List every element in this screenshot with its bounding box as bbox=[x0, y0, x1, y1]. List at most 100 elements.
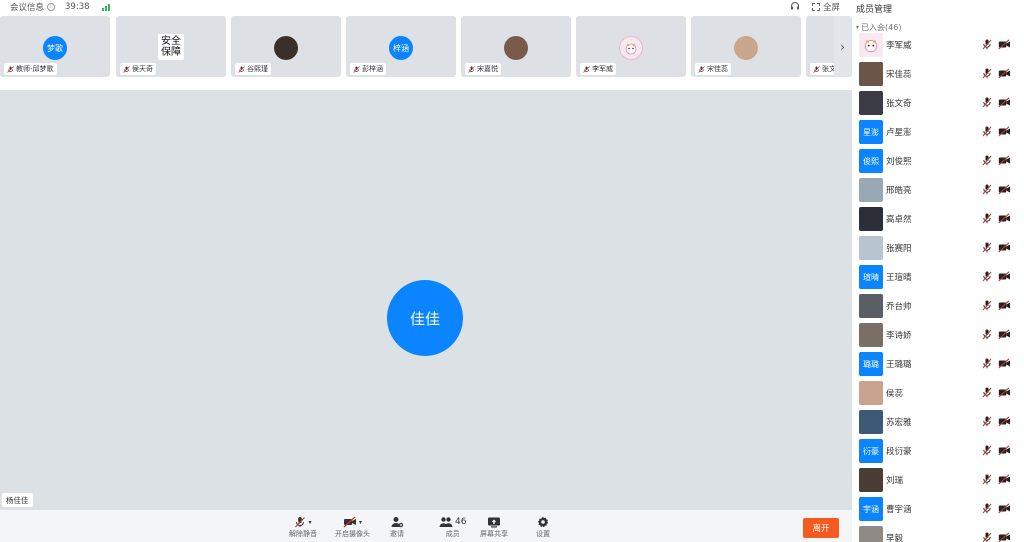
camera-off-icon[interactable] bbox=[998, 532, 1011, 542]
participant-tile-2[interactable]: 安全 保障 侯天奇 bbox=[116, 16, 226, 77]
camera-off-icon[interactable] bbox=[998, 300, 1011, 311]
camera-off-icon[interactable] bbox=[998, 39, 1011, 50]
mic-muted-icon[interactable] bbox=[982, 126, 992, 137]
info-icon[interactable]: i bbox=[47, 3, 56, 11]
camera-off-icon[interactable] bbox=[998, 271, 1011, 282]
member-row[interactable]: 星澎 卢星澎 bbox=[859, 120, 1019, 144]
member-row[interactable]: 瑄晴 王瑄晴 bbox=[859, 265, 1019, 289]
participant-tile-3[interactable]: 谷熙瑾 bbox=[231, 16, 341, 77]
member-row[interactable]: 苏宏雅 bbox=[859, 410, 1019, 434]
unmute-label: 解除静音 bbox=[289, 530, 317, 538]
main-video-stage: 佳佳 杨佳佳 bbox=[0, 90, 852, 510]
mic-muted-icon[interactable] bbox=[982, 155, 992, 166]
mic-muted-icon[interactable] bbox=[982, 39, 992, 50]
fullscreen-label: 全屏 bbox=[822, 3, 840, 13]
member-row[interactable]: 璐璐 王璐璐 bbox=[859, 352, 1019, 376]
camera-button[interactable]: ▾ 开启摄像头 bbox=[335, 515, 370, 539]
participant-tile-5[interactable]: 宋嘉悦 bbox=[461, 16, 571, 77]
participant-tile-6[interactable]: 李军威 bbox=[576, 16, 686, 77]
settings-button[interactable]: 设置 bbox=[536, 515, 550, 539]
camera-off-icon[interactable] bbox=[998, 503, 1011, 514]
camera-off-icon[interactable] bbox=[998, 416, 1011, 427]
mic-muted-icon bbox=[468, 65, 475, 73]
share-screen-button[interactable]: 屏幕共享 bbox=[480, 515, 508, 539]
member-row[interactable]: 邢皓亮 bbox=[859, 178, 1019, 202]
camera-off-icon[interactable] bbox=[998, 474, 1011, 485]
tile-name-badge: 侯天奇 bbox=[120, 63, 156, 75]
camera-off-icon[interactable] bbox=[998, 126, 1011, 137]
member-row[interactable]: 张赛阳 bbox=[859, 236, 1019, 260]
member-row[interactable]: 张文奇 bbox=[859, 91, 1019, 115]
mic-muted-icon[interactable] bbox=[982, 97, 992, 108]
camera-off-icon[interactable] bbox=[998, 97, 1011, 108]
unmute-button[interactable]: ▾ 解除静音 bbox=[289, 515, 317, 539]
member-row[interactable]: 宋佳蕊 bbox=[859, 62, 1019, 86]
camera-off-icon[interactable] bbox=[998, 213, 1011, 224]
tile-avatar-text-1: 安全 bbox=[161, 36, 181, 47]
meeting-info[interactable]: 会议信息 i bbox=[10, 1, 56, 13]
mic-muted-icon[interactable] bbox=[982, 329, 992, 340]
participant-tile-4[interactable]: 梓涵 彭梓涵 bbox=[346, 16, 456, 77]
camera-off-icon[interactable] bbox=[998, 184, 1011, 195]
participant-tile-1[interactable]: 梦歌 教师-邱梦歌 bbox=[0, 16, 110, 77]
member-name: 王璐璐 bbox=[886, 360, 912, 370]
gear-icon bbox=[537, 516, 549, 528]
mic-muted-icon[interactable] bbox=[982, 300, 992, 311]
member-row[interactable]: 高卓然 bbox=[859, 207, 1019, 231]
mic-muted-icon[interactable] bbox=[982, 271, 992, 282]
camera-off-icon[interactable] bbox=[998, 358, 1011, 369]
member-row[interactable]: 俊熙 刘俊熙 bbox=[859, 149, 1019, 173]
member-row[interactable]: 早毅 bbox=[859, 526, 1019, 542]
mic-muted-icon[interactable] bbox=[982, 358, 992, 369]
mic-muted-icon[interactable] bbox=[982, 416, 992, 427]
invite-button[interactable]: 邀请 bbox=[390, 515, 404, 539]
meeting-info-label: 会议信息 bbox=[10, 3, 45, 13]
camera-off-icon[interactable] bbox=[998, 155, 1011, 166]
headset-icon[interactable] bbox=[790, 1, 800, 14]
mic-muted-icon[interactable] bbox=[982, 474, 992, 485]
leave-button[interactable]: 离开 bbox=[803, 518, 839, 538]
member-row[interactable]: 宇涵 曹宇涵 bbox=[859, 497, 1019, 521]
camera-off-icon[interactable] bbox=[998, 329, 1011, 340]
mic-muted-icon[interactable] bbox=[982, 242, 992, 253]
mic-muted-icon[interactable] bbox=[982, 387, 992, 398]
member-name: 曹宇涵 bbox=[886, 505, 912, 515]
participant-tile-7[interactable]: 宋佳蕊 bbox=[691, 16, 801, 77]
top-bar: 会议信息 i 39:38 全屏 bbox=[0, 0, 852, 14]
member-name: 王瑄晴 bbox=[886, 273, 912, 283]
member-avatar-photo bbox=[859, 62, 883, 86]
mic-muted-icon[interactable] bbox=[982, 503, 992, 514]
member-status-icons bbox=[982, 358, 1011, 369]
mic-muted-icon[interactable] bbox=[982, 445, 992, 456]
member-row[interactable]: 乔台帅 bbox=[859, 294, 1019, 318]
member-row[interactable]: 李军威 bbox=[859, 33, 1019, 57]
fullscreen-button[interactable]: 全屏 bbox=[811, 1, 840, 13]
camera-off-icon[interactable] bbox=[998, 445, 1011, 456]
member-row[interactable]: 李诗娇 bbox=[859, 323, 1019, 347]
mic-muted-icon[interactable] bbox=[982, 213, 992, 224]
signal-icon[interactable] bbox=[101, 3, 110, 11]
joined-group-label: 已入会(46) bbox=[861, 23, 902, 32]
mic-muted-icon[interactable] bbox=[982, 68, 992, 79]
camera-off-icon[interactable] bbox=[998, 68, 1011, 79]
member-row[interactable]: 刘瑞 bbox=[859, 468, 1019, 492]
camera-off-icon[interactable] bbox=[998, 387, 1011, 398]
member-row[interactable]: 侯蕊 bbox=[859, 381, 1019, 405]
speaker-avatar: 佳佳 bbox=[387, 280, 463, 356]
members-button[interactable]: 46 成员 bbox=[439, 515, 466, 539]
member-status-icons bbox=[982, 503, 1011, 514]
camera-off-icon[interactable] bbox=[998, 242, 1011, 253]
mic-muted-icon[interactable] bbox=[982, 184, 992, 195]
camera-off-icon bbox=[343, 516, 356, 528]
member-row[interactable]: 衍豪 段衍豪 bbox=[859, 439, 1019, 463]
chevron-down-icon[interactable]: ▾ bbox=[359, 519, 362, 526]
strip-next-button[interactable]: › bbox=[834, 16, 851, 77]
tile-avatar-photo bbox=[504, 36, 528, 60]
chevron-down-icon[interactable]: ▾ bbox=[308, 519, 311, 526]
mic-muted-icon bbox=[583, 65, 590, 73]
mic-muted-icon[interactable] bbox=[982, 532, 992, 542]
share-screen-icon bbox=[488, 517, 500, 528]
joined-group-header[interactable]: ▾ 已入会(46) bbox=[856, 22, 901, 33]
camera-label: 开启摄像头 bbox=[335, 530, 370, 538]
tile-avatar: 梦歌 bbox=[43, 36, 67, 60]
